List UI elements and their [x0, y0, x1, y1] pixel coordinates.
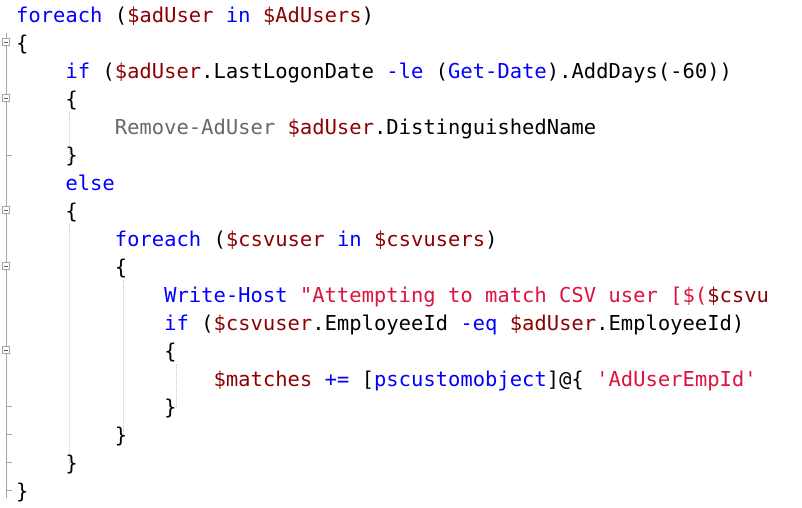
code-line[interactable]: foreach ($csvuser in $csvusers) — [16, 225, 498, 253]
code-area[interactable]: foreach ($adUser in $AdUsers){ if ($adUs… — [16, 0, 802, 508]
code-line[interactable]: { — [16, 253, 127, 281]
code-token: $adUser — [127, 3, 214, 27]
fold-toggle-icon[interactable] — [2, 206, 10, 214]
code-token: ( — [90, 59, 115, 83]
code-line[interactable]: { — [16, 337, 176, 365]
code-token: pscustomobject — [373, 367, 547, 391]
code-token: .EmployeeId) — [596, 311, 745, 335]
code-token: $csvu — [707, 283, 769, 307]
code-token: -eq — [460, 311, 498, 335]
fold-gutter — [0, 0, 14, 508]
code-line[interactable]: Write-Host "Attempting to match CSV user… — [16, 281, 769, 309]
code-line[interactable]: { — [16, 85, 78, 113]
code-token: foreach — [114, 227, 202, 251]
code-editor[interactable]: foreach ($adUser in $AdUsers){ if ($adUs… — [0, 0, 802, 508]
code-token: else — [65, 171, 115, 195]
code-token: { — [16, 87, 78, 111]
code-line[interactable]: if ($csvuser.EmployeeId -eq $adUser.Empl… — [16, 309, 744, 337]
fold-end-marker — [6, 490, 12, 491]
code-token: Write-Host — [164, 283, 288, 307]
code-token: 'AdUserEmpId' — [596, 367, 757, 391]
code-token: ( — [188, 311, 214, 335]
fold-toggle-icon[interactable] — [2, 38, 10, 46]
fold-end-marker — [6, 462, 12, 463]
code-line[interactable]: } — [16, 421, 127, 449]
code-token: ]@{ — [546, 367, 597, 391]
code-token: } — [16, 451, 78, 475]
code-token: { — [16, 255, 128, 279]
code-line[interactable]: } — [16, 477, 28, 505]
code-token: { — [16, 339, 177, 363]
fold-end-marker — [6, 155, 12, 156]
code-line[interactable]: } — [16, 393, 176, 421]
fold-toggle-icon[interactable] — [2, 94, 10, 102]
code-token: .DistinguishedName — [373, 115, 597, 139]
code-token: Remove-AdUser — [114, 115, 276, 139]
code-line[interactable]: } — [16, 141, 78, 169]
code-token: $adUser — [509, 311, 597, 335]
code-token: ).AddDays(-60)) — [546, 59, 732, 83]
code-line[interactable]: else — [16, 169, 115, 197]
code-token: { — [16, 31, 29, 55]
code-token: $csvuser — [213, 311, 313, 335]
code-token: if — [65, 59, 91, 83]
code-token: ( — [201, 227, 226, 251]
code-token: ( — [102, 3, 128, 27]
code-token: ( — [423, 59, 449, 83]
code-line[interactable]: foreach ($adUser in $AdUsers) — [16, 1, 374, 29]
code-token: in — [225, 3, 251, 27]
code-token: $adUser — [287, 115, 374, 139]
code-token: -le — [386, 59, 424, 83]
code-token: $csvuser — [225, 227, 325, 251]
code-token: ) — [485, 227, 498, 251]
code-token: in — [336, 227, 362, 251]
code-token: { — [16, 199, 78, 223]
code-token: ) — [361, 3, 374, 27]
code-token: "Attempting to match CSV user [$( — [299, 283, 708, 307]
code-token: += — [324, 367, 350, 391]
code-token: $csvusers — [373, 227, 486, 251]
code-line[interactable]: } — [16, 449, 78, 477]
code-token: } — [16, 423, 128, 447]
code-token: } — [16, 395, 177, 419]
code-token: $AdUsers — [262, 3, 362, 27]
code-token: } — [16, 143, 78, 167]
code-token: } — [16, 479, 29, 503]
code-token: $matches — [213, 367, 313, 391]
code-token: [ — [349, 367, 374, 391]
code-token: $adUser — [114, 59, 202, 83]
code-token: Get-Date — [448, 59, 547, 83]
fold-end-marker — [6, 434, 12, 435]
code-line[interactable]: $matches += [pscustomobject]@{ 'AdUserEm… — [16, 365, 757, 393]
code-line[interactable]: { — [16, 197, 78, 225]
code-token: foreach — [16, 3, 103, 27]
code-line[interactable]: { — [16, 29, 28, 57]
fold-end-marker — [6, 406, 12, 407]
fold-toggle-icon[interactable] — [2, 346, 10, 354]
code-line[interactable]: Remove-AdUser $adUser.DistinguishedName — [16, 113, 596, 141]
fold-toggle-icon[interactable] — [2, 262, 10, 270]
code-token: .LastLogonDate — [201, 59, 387, 83]
code-token: if — [164, 311, 189, 335]
code-line[interactable]: if ($adUser.LastLogonDate -le (Get-Date)… — [16, 57, 732, 85]
code-token: .EmployeeId — [312, 311, 461, 335]
